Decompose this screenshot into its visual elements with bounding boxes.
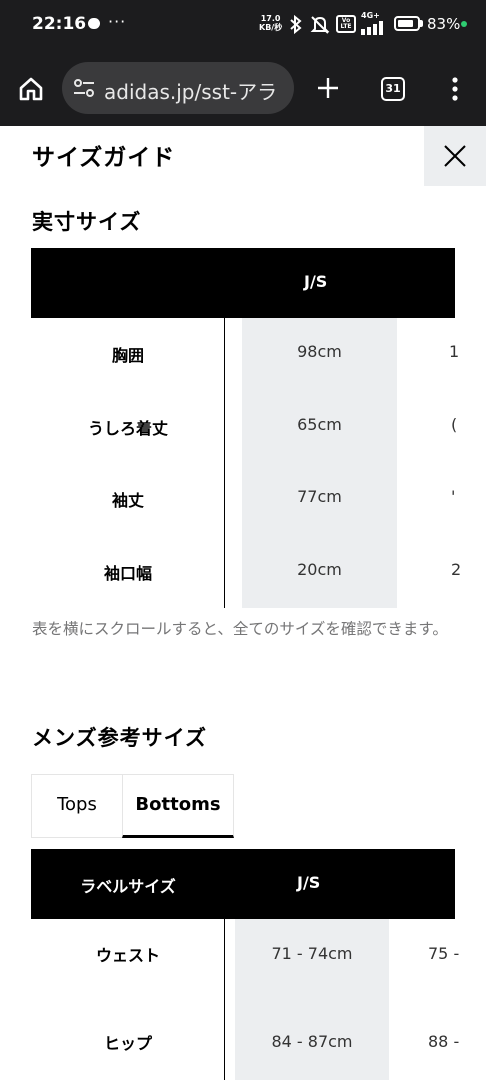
status-bar: 22:16 ··· 17.0 KB/秒 Vo LTE 4G+ 83% (0, 0, 486, 50)
cell-js: 20cm (297, 560, 342, 579)
cell-next: ( (451, 415, 458, 434)
label-size-header: ラベルサイズ (80, 877, 176, 896)
tab-bottoms[interactable]: Bottoms (122, 774, 234, 838)
browser-toolbar: adidas.jp/sst-アラ 31 (0, 50, 486, 126)
battery-icon (394, 16, 420, 31)
network-type: 4G+ (361, 11, 380, 20)
cell-next: 75 - (428, 944, 460, 963)
signal-icon: 4G+ (361, 11, 389, 39)
mens-size-table-header: ラベルサイズ J/S (31, 849, 455, 919)
column-header-js: J/S (304, 272, 328, 291)
close-icon[interactable] (424, 126, 486, 186)
signal-bars-icon (361, 21, 383, 35)
tab-tops[interactable]: Tops (31, 774, 123, 838)
cell-next: 2 (451, 560, 462, 579)
battery-tip (420, 20, 423, 27)
more-menu-icon[interactable] (451, 77, 459, 101)
row-label: 袖丈 (111, 491, 144, 510)
row-label: ウェスト (95, 946, 160, 965)
status-time: 22:16 (32, 14, 87, 34)
size-guide-panel: サイズガイド 実寸サイズ J/S 胸囲 98cm 1 うしろ着丈 65cm ( … (0, 126, 486, 1080)
battery-fill (398, 20, 413, 27)
url-text[interactable]: adidas.jp/sst-アラ (104, 76, 277, 105)
battery-percent: 83% (427, 15, 461, 33)
home-icon[interactable] (18, 76, 44, 102)
mens-reference-heading: メンズ参考サイズ (32, 726, 207, 750)
new-tab-icon[interactable] (316, 76, 340, 100)
cell-js: 65cm (297, 415, 342, 434)
tab-switcher-button[interactable]: 31 (381, 77, 405, 101)
row-label: ヒップ (103, 1034, 152, 1053)
bluetooth-icon (290, 14, 302, 35)
close-button[interactable] (424, 126, 486, 186)
cell-js: 71 - 74cm (271, 944, 353, 963)
row-label: うしろ着丈 (87, 419, 168, 438)
actual-size-table-header: J/S (31, 248, 455, 318)
actual-size-heading: 実寸サイズ (32, 210, 142, 234)
scroll-hint: 表を横にスクロールすると、全てのサイズを確認できます。 (32, 620, 448, 638)
row-label: 袖口幅 (103, 564, 152, 583)
url-bar[interactable]: adidas.jp/sst-アラ (62, 62, 294, 114)
chat-notification-icon (88, 18, 100, 29)
column-header-js: J/S (297, 873, 321, 892)
cell-js: 98cm (297, 342, 342, 361)
cell-js: 77cm (297, 487, 342, 506)
cell-next: ' (451, 487, 456, 506)
cell-next: 1 (449, 342, 460, 361)
network-speed-value: 17.0 (260, 14, 281, 23)
network-speed-unit: KB/秒 (259, 23, 283, 32)
volte-label: Vo LTE (340, 17, 352, 30)
mute-bell-icon (310, 16, 330, 34)
network-speed: 17.0 KB/秒 (259, 14, 282, 32)
cell-js: 84 - 87cm (271, 1032, 353, 1051)
cell-next: 88 - (428, 1032, 460, 1051)
site-settings-icon[interactable] (73, 78, 95, 98)
row-label: 胸囲 (111, 346, 144, 365)
page-title: サイズガイド (32, 145, 176, 171)
privacy-indicator-dot (461, 21, 467, 27)
more-notifications-icon: ··· (108, 12, 127, 31)
volte-icon: Vo LTE (336, 15, 356, 33)
